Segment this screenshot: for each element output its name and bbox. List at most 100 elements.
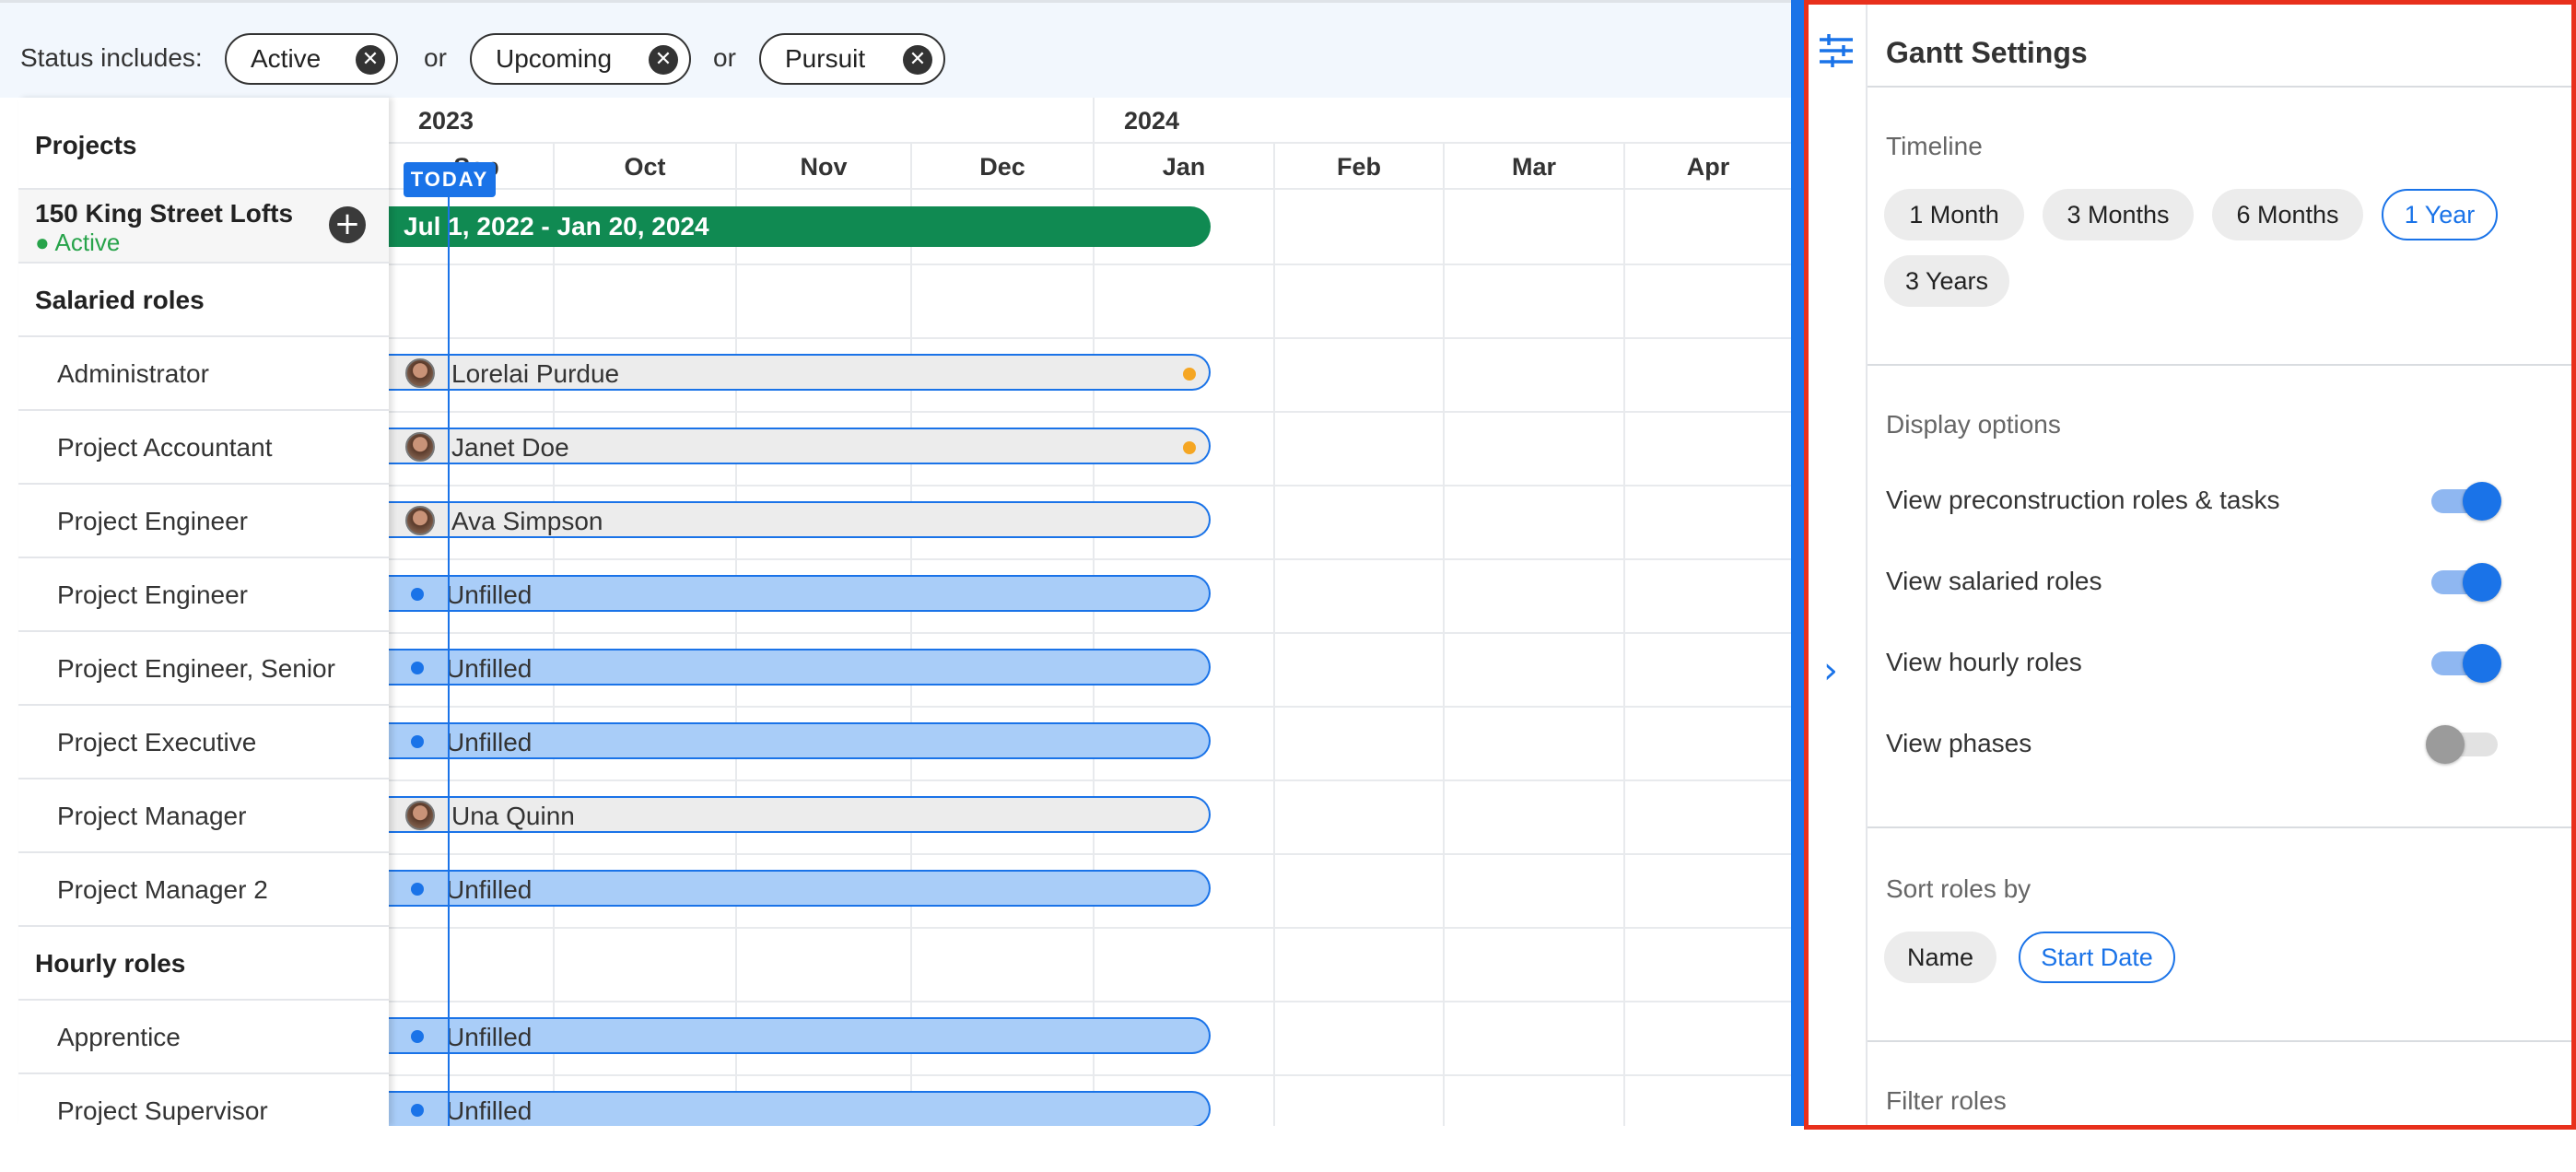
assignee-name: Unfilled — [446, 875, 533, 904]
month-label: Nov — [800, 153, 848, 181]
timeline-option-6-months[interactable]: 6 Months — [2212, 189, 2363, 240]
panel-divider — [1868, 364, 2571, 366]
project-row[interactable]: 150 King Street Lofts ● Active + — [18, 190, 389, 264]
header-divider — [389, 142, 1791, 144]
project-status: ● Active — [35, 229, 121, 256]
unfilled-dot-icon — [411, 662, 424, 674]
timeline-option-1-month[interactable]: 1 Month — [1884, 189, 2024, 240]
row-divider — [389, 927, 1791, 929]
projects-header-row: Projects — [18, 98, 389, 190]
project-status-text: Active — [54, 229, 121, 256]
row-divider — [389, 706, 1791, 708]
close-circle-icon[interactable]: ✕ — [649, 45, 678, 75]
status-filter-bar: Status includes: Active ✕ or Upcoming ✕ … — [0, 0, 1791, 98]
unfilled-bar[interactable]: Unfilled — [389, 649, 1211, 686]
month-gridline — [1443, 144, 1445, 1126]
month-label: Mar — [1511, 153, 1556, 181]
assignee-name: Lorelai Purdue — [451, 359, 620, 388]
filter-chip-upcoming[interactable]: Upcoming ✕ — [470, 33, 691, 85]
unfilled-bar[interactable]: Unfilled — [389, 575, 1211, 612]
row-divider — [389, 411, 1791, 413]
option-label: View hourly roles — [1886, 648, 2082, 676]
sliders-icon[interactable] — [1818, 32, 1855, 69]
unfilled-bar[interactable]: Unfilled — [389, 722, 1211, 759]
filter-chip-pursuit[interactable]: Pursuit ✕ — [759, 33, 945, 85]
panel-resize-handle[interactable] — [1791, 0, 1804, 1126]
project-name[interactable]: 150 King Street Lofts — [35, 199, 293, 229]
option-label: View salaried roles — [1886, 567, 2102, 595]
timeline-option-3-months[interactable]: 3 Months — [2043, 189, 2194, 240]
row-divider — [389, 337, 1791, 339]
status-filter-label: Status includes: — [20, 43, 203, 72]
role-name: Project Executive — [57, 728, 257, 756]
role-row[interactable]: Project Engineer — [18, 485, 389, 558]
today-line — [448, 164, 450, 1126]
today-badge: TODAY — [404, 162, 496, 197]
role-name: Project Manager — [57, 802, 247, 830]
avatar — [405, 432, 435, 462]
role-row[interactable]: Project Engineer — [18, 558, 389, 632]
close-circle-icon[interactable]: ✕ — [356, 45, 385, 75]
close-circle-icon[interactable]: ✕ — [903, 45, 932, 75]
filter-roles-label: Filter roles — [1886, 1086, 2007, 1115]
projects-header: Projects — [35, 131, 137, 159]
row-divider — [389, 485, 1791, 486]
assignee-name: Ava Simpson — [451, 507, 603, 535]
month-gridline — [1273, 144, 1275, 1126]
role-row[interactable]: Administrator — [18, 337, 389, 411]
role-row[interactable]: Project Engineer, Senior — [18, 632, 389, 706]
sort-option-name[interactable]: Name — [1884, 932, 1996, 983]
warning-dot-icon — [1183, 368, 1196, 381]
project-duration-bar[interactable]: Jul 1, 2022 - Jan 20, 2024 — [389, 206, 1211, 247]
assignment-bar[interactable]: Ava Simpson — [389, 501, 1211, 538]
assignment-bar[interactable]: Lorelai Purdue — [389, 354, 1211, 391]
timeline-section-label: Timeline — [1886, 132, 1983, 160]
option-label: View preconstruction roles & tasks — [1886, 486, 2280, 514]
assignee-name: Unfilled — [446, 1096, 533, 1125]
or-connector: or — [713, 43, 736, 72]
sort-option-start-date[interactable]: Start Date — [2019, 932, 2175, 983]
gantt-settings-panel: › Gantt Settings Timeline 1 Month 3 Mont… — [1804, 0, 2576, 1130]
assignee-name: Janet Doe — [451, 433, 569, 462]
add-role-button[interactable]: + — [329, 206, 366, 243]
month-label: Apr — [1686, 153, 1730, 181]
gantt-timeline: 2023 2024 Sep Oct Nov Dec Jan Feb Mar Ap… — [389, 98, 1791, 1126]
role-row[interactable]: Project Executive — [18, 706, 389, 779]
row-divider — [389, 779, 1791, 781]
role-row[interactable]: Project Manager 2 — [18, 853, 389, 927]
salaried-roles-toggle[interactable] — [2431, 563, 2501, 602]
role-row[interactable]: Project Manager — [18, 779, 389, 853]
hourly-header-row: Hourly roles — [18, 927, 389, 1001]
filter-chip-active[interactable]: Active ✕ — [225, 33, 398, 85]
timeline-option-1-year[interactable]: 1 Year — [2382, 189, 2498, 240]
preconstruction-toggle[interactable] — [2431, 482, 2501, 521]
role-row[interactable]: Project Accountant — [18, 411, 389, 485]
assignment-bar[interactable]: Janet Doe — [389, 428, 1211, 464]
unfilled-bar[interactable]: Unfilled — [389, 1091, 1211, 1126]
chevron-right-icon[interactable]: › — [1823, 650, 1838, 692]
avatar — [405, 801, 435, 830]
row-divider — [389, 632, 1791, 634]
unfilled-dot-icon — [411, 588, 424, 601]
role-row[interactable]: Apprentice — [18, 1001, 389, 1074]
assignment-bar[interactable]: Una Quinn — [389, 796, 1211, 833]
assignee-name: Una Quinn — [451, 802, 575, 830]
hourly-roles-toggle[interactable] — [2431, 644, 2501, 683]
phases-toggle[interactable] — [2426, 725, 2500, 764]
month-label: Oct — [624, 153, 666, 181]
avatar — [405, 358, 435, 388]
month-label: Dec — [979, 153, 1025, 181]
assignee-name: Unfilled — [446, 1023, 533, 1051]
month-gridline — [910, 144, 912, 1126]
unfilled-bar[interactable]: Unfilled — [389, 1017, 1211, 1054]
assignee-name: Unfilled — [446, 654, 533, 683]
row-divider — [389, 853, 1791, 855]
sort-section-label: Sort roles by — [1886, 874, 2032, 903]
month-gridline — [1623, 144, 1625, 1126]
unfilled-bar[interactable]: Unfilled — [389, 870, 1211, 907]
filter-chip-label: Upcoming — [496, 44, 613, 73]
gantt-main: Status includes: Active ✕ or Upcoming ✕ … — [0, 0, 1791, 1126]
timeline-option-3-years[interactable]: 3 Years — [1884, 255, 2009, 307]
role-row[interactable]: Project Supervisor — [18, 1074, 389, 1126]
panel-divider — [1868, 1040, 2571, 1042]
